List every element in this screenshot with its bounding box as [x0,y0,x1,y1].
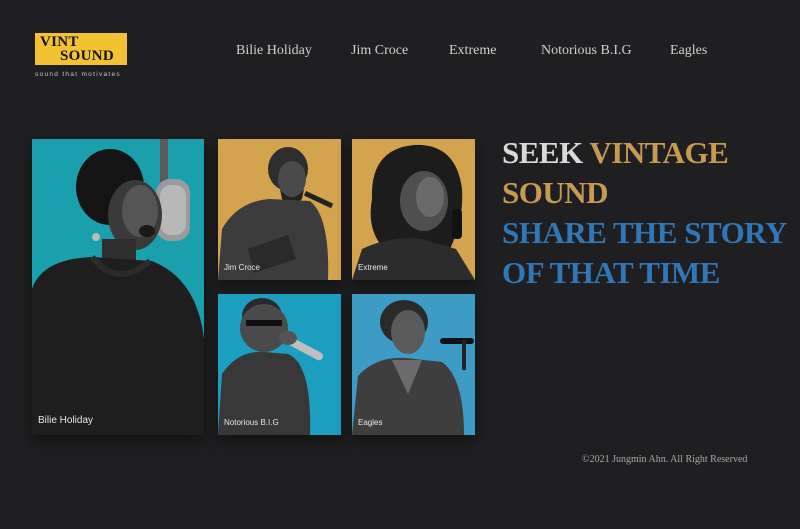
headline-vintage: VINTAGE [589,135,729,170]
nav-item-extreme[interactable]: Extreme [449,43,496,59]
headline-line-1: SEEK VINTAGE [502,133,787,173]
artist-card-extreme[interactable]: Extreme [352,139,475,280]
card-label: Extreme [358,263,388,272]
artist-card-notorious-big[interactable]: Notorious B.I.G [218,294,341,435]
nav-item-notorious-big[interactable]: Notorious B.I.G [541,43,632,59]
logo-badge: VINT SOUND [35,33,127,65]
nav-item-billie-holiday[interactable]: Bilie Holiday [236,43,312,59]
copyright-text: ©2021 Jungmin Ahn. All Right Reserved [582,454,748,465]
headline-seek: SEEK [502,135,583,170]
billie-holiday-photo [32,139,204,435]
card-label: Jim Croce [224,263,261,272]
logo-line-2: SOUND [60,48,115,64]
nav-item-eagles[interactable]: Eagles [670,43,707,59]
notorious-big-photo [218,298,323,435]
artist-card-eagles[interactable]: Eagles [352,294,475,435]
eagles-photo [352,300,474,435]
artist-card-jim-croce[interactable]: Jim Croce [218,139,341,280]
brand-logo[interactable]: VINT SOUND sound that motivates [35,33,131,78]
card-label: Notorious B.I.G [224,418,279,427]
logo-tagline: sound that motivates [35,71,121,78]
artist-card-billie-holiday[interactable]: Bilie Holiday [32,139,204,435]
card-label: Eagles [358,418,383,427]
hero-headline: SEEK VINTAGE SOUND SHARE THE STORY OF TH… [502,133,787,293]
headline-line-2: SOUND [502,175,609,210]
extreme-photo [352,144,475,280]
headline-line-4: OF THAT TIME [502,255,720,290]
jim-croce-photo [218,147,334,280]
headline-line-3: SHARE THE STORY [502,215,787,250]
logo-line-1: VINT [40,34,79,50]
card-label: Bilie Holiday [38,415,94,426]
nav-item-jim-croce[interactable]: Jim Croce [351,43,408,59]
